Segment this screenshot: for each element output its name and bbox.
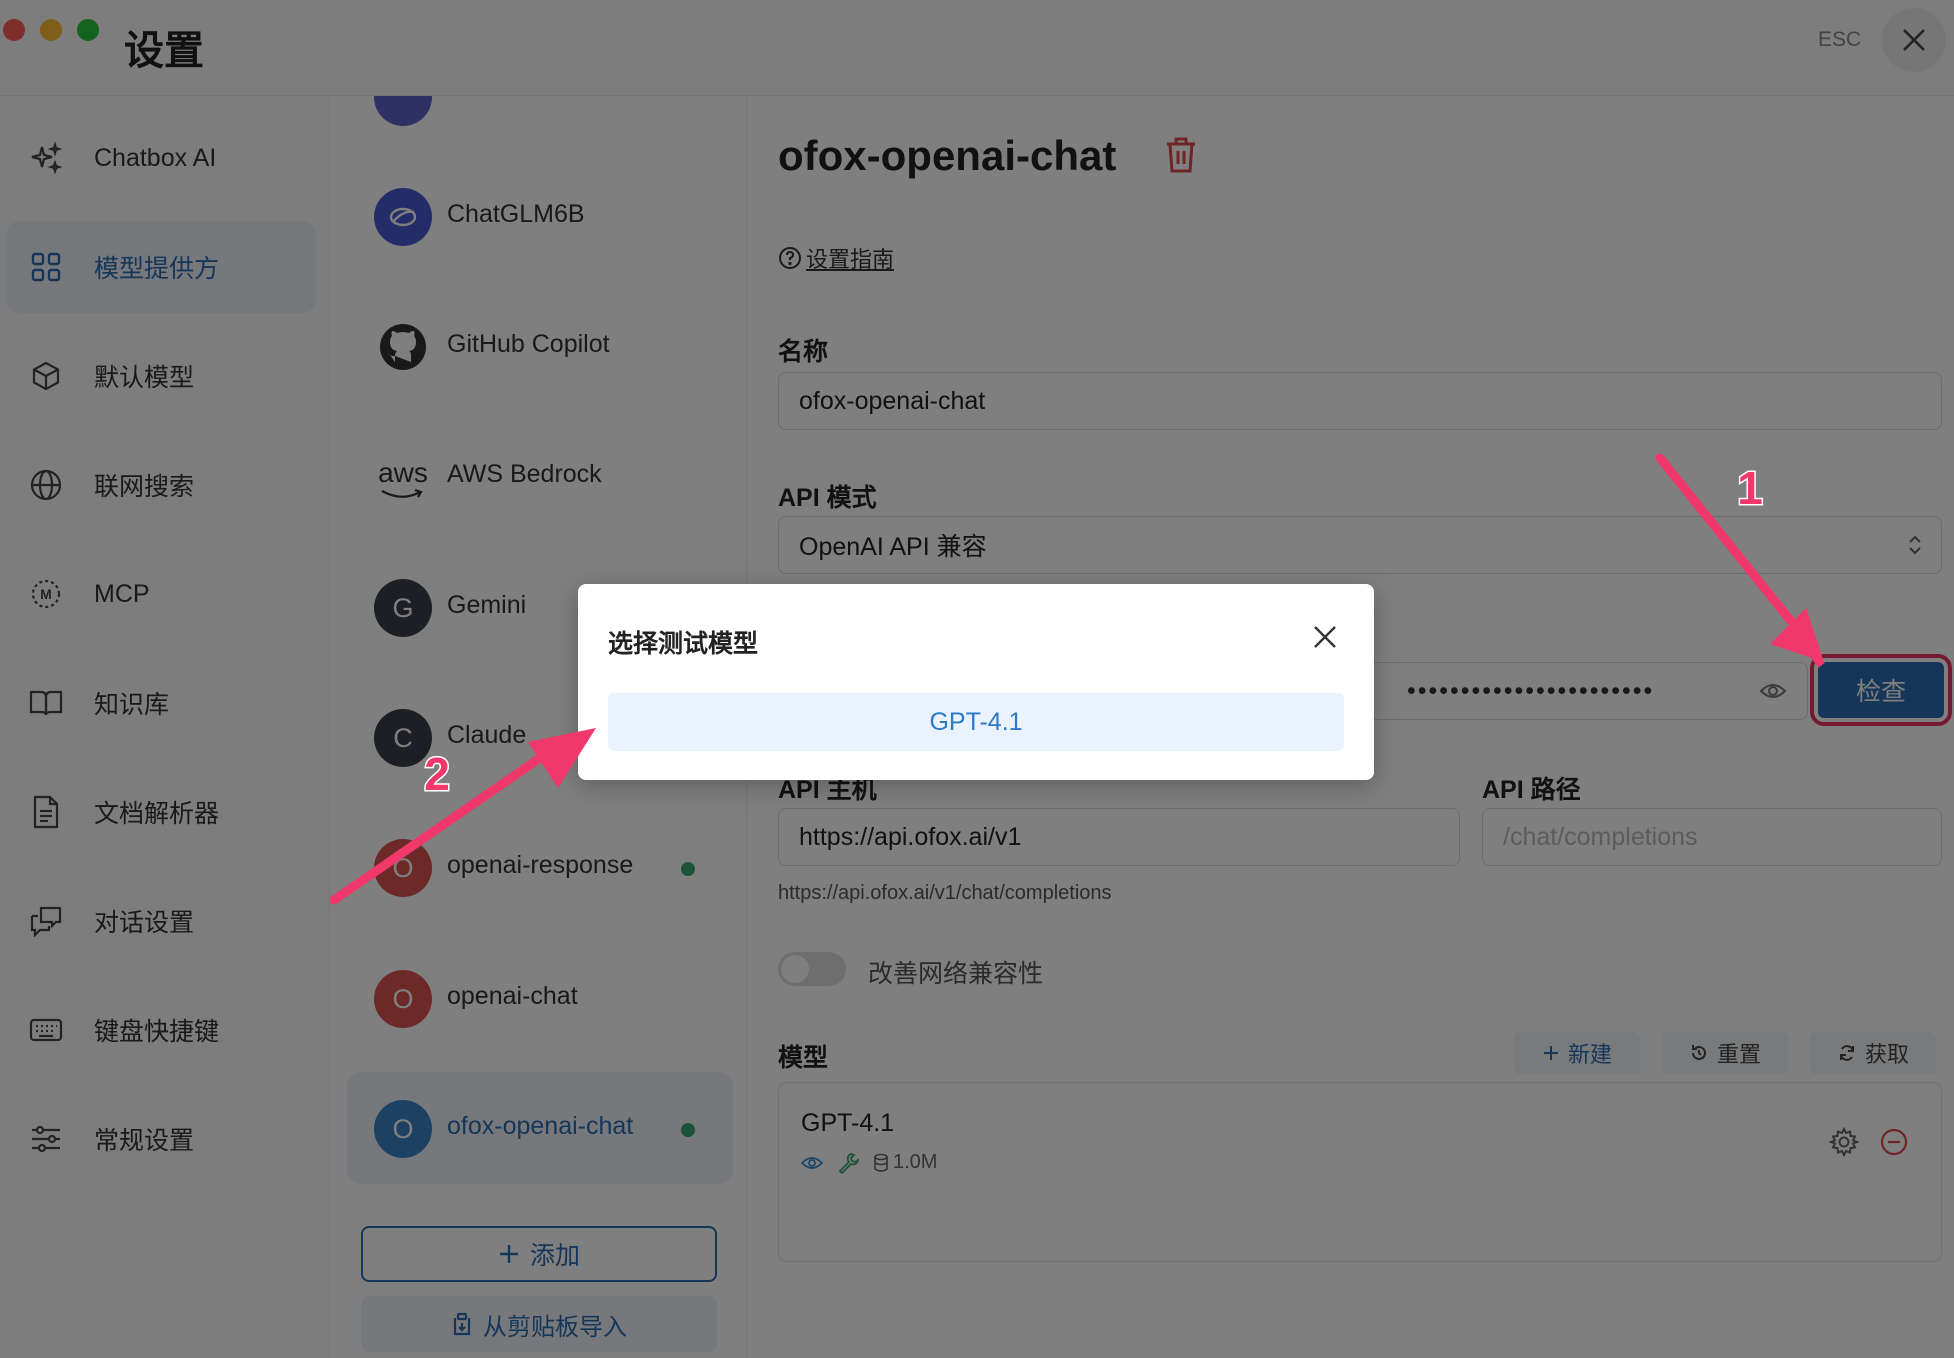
dialog-close-button[interactable] <box>1312 624 1338 655</box>
model-option-gpt-4-1[interactable]: GPT-4.1 <box>608 693 1344 751</box>
select-test-model-dialog: 选择测试模型 GPT-4.1 <box>578 584 1374 780</box>
dialog-title: 选择测试模型 <box>608 630 759 658</box>
close-icon <box>1314 626 1336 648</box>
